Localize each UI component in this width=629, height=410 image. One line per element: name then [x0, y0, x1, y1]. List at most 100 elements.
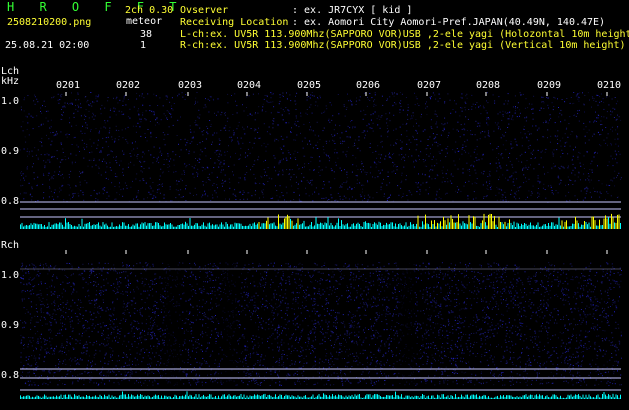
noise-pixel — [63, 199, 65, 201]
noise-pixel — [494, 122, 496, 124]
noise-pixel — [44, 154, 46, 156]
noise-pixel — [473, 332, 475, 334]
noise-pixel — [310, 94, 312, 96]
noise-pixel — [224, 127, 226, 129]
noise-pixel — [183, 173, 185, 175]
noise-pixel — [212, 197, 214, 199]
noise-pixel — [505, 286, 507, 288]
noise-pixel — [271, 93, 273, 95]
noise-pixel — [315, 303, 317, 305]
noise-pixel — [617, 138, 619, 140]
noise-pixel — [95, 281, 97, 283]
noise-pixel — [31, 188, 33, 190]
noise-pixel — [371, 127, 373, 129]
noise-pixel — [425, 189, 427, 191]
noise-pixel — [87, 360, 89, 362]
noise-pixel — [509, 330, 511, 332]
noise-pixel — [594, 133, 596, 135]
noise-pixel — [398, 315, 399, 317]
noise-pixel — [337, 358, 339, 360]
noise-pixel — [255, 335, 257, 337]
noise-pixel — [102, 137, 104, 139]
noise-pixel — [422, 159, 424, 160]
noise-pixel — [300, 274, 302, 276]
noise-pixel — [461, 336, 463, 338]
noise-pixel — [521, 291, 522, 293]
noise-pixel — [342, 314, 344, 316]
noise-pixel — [528, 178, 530, 180]
noise-pixel — [535, 125, 537, 127]
noise-pixel — [538, 163, 540, 165]
noise-pixel — [369, 147, 371, 148]
noise-pixel — [572, 169, 574, 171]
noise-pixel — [199, 142, 201, 144]
noise-pixel — [586, 151, 588, 152]
noise-pixel — [317, 141, 319, 143]
noise-pixel — [436, 194, 438, 196]
noise-pixel — [320, 169, 322, 171]
noise-pixel — [103, 158, 105, 160]
noise-pixel — [596, 94, 598, 96]
noise-pixel — [616, 281, 618, 283]
noise-pixel — [355, 352, 357, 354]
noise-pixel — [228, 178, 230, 180]
noise-pixel — [572, 353, 574, 355]
noise-pixel — [259, 361, 261, 363]
noise-pixel — [419, 190, 421, 192]
noise-pixel — [448, 295, 449, 296]
noise-pixel — [259, 197, 260, 199]
noise-pixel — [62, 325, 63, 327]
noise-pixel — [287, 303, 289, 305]
noise-pixel — [520, 132, 522, 134]
noise-pixel — [378, 116, 380, 118]
noise-pixel — [578, 151, 580, 153]
noise-pixel — [248, 192, 250, 194]
noise-pixel — [502, 110, 504, 112]
noise-pixel — [285, 263, 287, 265]
noise-pixel — [454, 316, 456, 318]
noise-pixel — [61, 159, 63, 161]
noise-pixel — [164, 144, 166, 146]
noise-pixel — [358, 326, 360, 328]
noise-pixel — [547, 185, 549, 187]
noise-pixel — [468, 380, 470, 382]
noise-pixel — [278, 334, 280, 336]
noise-pixel — [514, 112, 516, 114]
noise-pixel — [600, 93, 602, 95]
noise-pixel — [373, 334, 375, 335]
noise-pixel — [576, 135, 577, 137]
noise-pixel — [119, 322, 121, 324]
noise-pixel — [441, 123, 443, 125]
noise-pixel — [167, 155, 169, 157]
noise-pixel — [381, 341, 382, 343]
noise-pixel — [547, 122, 549, 124]
noise-pixel — [444, 326, 446, 328]
noise-pixel — [607, 184, 609, 186]
noise-pixel — [617, 100, 619, 102]
noise-pixel — [563, 167, 565, 169]
noise-pixel — [393, 144, 395, 146]
noise-pixel — [216, 196, 218, 198]
noise-pixel — [115, 98, 117, 100]
noise-pixel — [557, 192, 559, 194]
noise-pixel — [120, 160, 122, 162]
noise-pixel — [221, 298, 223, 300]
noise-pixel — [278, 163, 280, 165]
noise-pixel — [376, 118, 378, 120]
noise-pixel — [583, 168, 585, 169]
noise-pixel — [484, 136, 486, 138]
noise-pixel — [607, 289, 609, 291]
noise-pixel — [318, 135, 320, 137]
noise-pixel — [121, 129, 123, 131]
noise-pixel — [546, 290, 548, 292]
noise-pixel — [458, 315, 460, 317]
noise-pixel — [520, 93, 522, 95]
noise-pixel — [241, 282, 243, 284]
noise-pixel — [473, 191, 475, 193]
noise-pixel — [236, 265, 238, 267]
noise-pixel — [617, 323, 619, 325]
noise-pixel — [255, 112, 256, 114]
noise-pixel — [590, 327, 592, 329]
noise-pixel — [416, 301, 418, 303]
noise-pixel — [337, 366, 339, 368]
